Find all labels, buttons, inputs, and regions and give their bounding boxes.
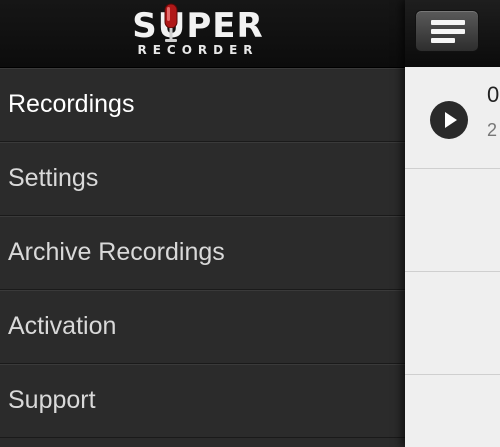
app-logo: SUPER RECORDER — [118, 3, 278, 63]
side-drawer: SUPER RECORDER Recordings Settings Archi… — [0, 0, 405, 447]
drawer-menu: Recordings Settings Archive Recordings A… — [0, 68, 405, 438]
play-icon[interactable] — [430, 101, 468, 139]
hamburger-menu-icon — [431, 29, 465, 34]
recording-title: 0 — [487, 82, 500, 107]
recording-subtitle: 2 — [487, 120, 498, 140]
menu-item-label: Activation — [8, 312, 117, 340]
menu-item-support[interactable]: Support — [0, 364, 405, 438]
recording-row[interactable] — [405, 169, 500, 272]
menu-item-label: Settings — [8, 164, 99, 192]
menu-item-activation[interactable]: Activation — [0, 290, 405, 364]
menu-item-label: Support — [8, 386, 96, 414]
main-header — [405, 0, 500, 67]
hamburger-menu-icon — [431, 38, 455, 43]
menu-item-recordings[interactable]: Recordings — [0, 68, 405, 142]
drawer-header: SUPER RECORDER — [0, 0, 405, 68]
logo-recorder-text: RECORDER — [137, 43, 259, 57]
menu-item-label: Archive Recordings — [8, 238, 225, 266]
menu-item-archive-recordings[interactable]: Archive Recordings — [0, 216, 405, 290]
recording-row[interactable] — [405, 272, 500, 375]
menu-item-settings[interactable]: Settings — [0, 142, 405, 216]
recording-row[interactable]: 0 2 — [405, 68, 500, 169]
hamburger-menu-button[interactable] — [415, 10, 479, 52]
menu-item-label: Recordings — [8, 90, 135, 118]
hamburger-menu-icon — [431, 20, 465, 25]
logo-super-text: SUPER — [132, 6, 264, 46]
app-screen: SUPER RECORDER Recordings Settings Archi… — [0, 0, 500, 447]
main-panel: 0 2 — [405, 0, 500, 447]
